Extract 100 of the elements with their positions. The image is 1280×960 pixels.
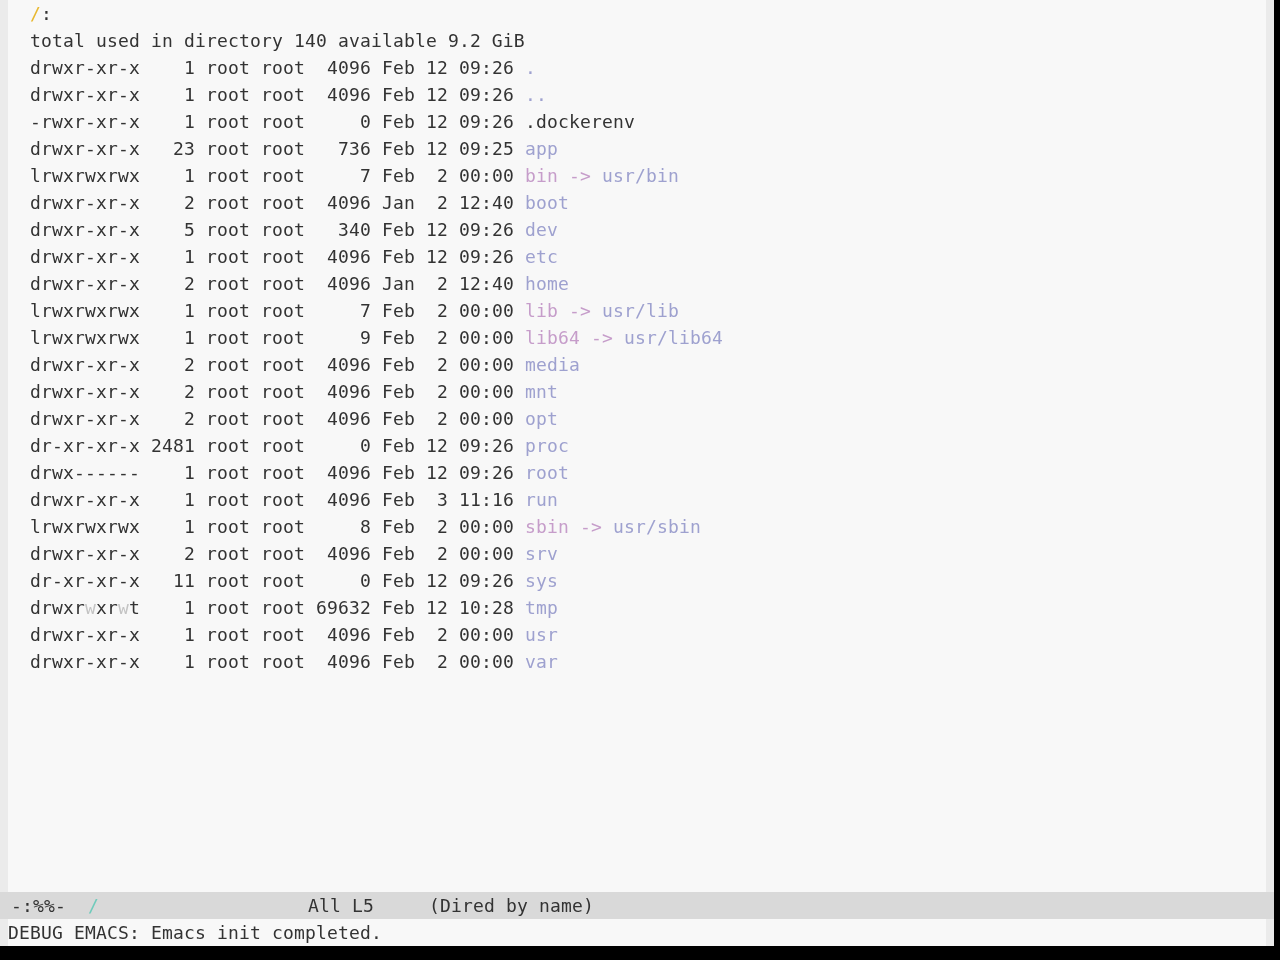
file-size: 4096 — [327, 246, 371, 267]
group-text: root — [261, 489, 305, 510]
directory-name[interactable]: var — [525, 651, 558, 672]
link-count: 1 — [184, 300, 195, 321]
permissions-text: drwxr-xr-x — [30, 84, 140, 105]
directory-name[interactable]: tmp — [525, 597, 558, 618]
group-text: root — [261, 246, 305, 267]
group-text: root — [261, 381, 305, 402]
directory-name[interactable]: .. — [525, 84, 547, 105]
modified-date: Feb 12 09:26 — [382, 111, 514, 132]
owner-text: root — [206, 246, 250, 267]
owner-text: root — [206, 516, 250, 537]
link-count: 2 — [184, 192, 195, 213]
modified-date: Feb 12 09:26 — [382, 435, 514, 456]
directory-name[interactable]: mnt — [525, 381, 558, 402]
modified-date: Feb 12 09:26 — [382, 84, 514, 105]
permissions-text: drwxr-xr-x — [30, 651, 140, 672]
permissions-text: drwxr-xr-x — [30, 219, 140, 240]
modified-date: Feb 2 00:00 — [382, 354, 514, 375]
directory-name[interactable]: dev — [525, 219, 558, 240]
permissions-text: drwxr-xr-x — [30, 624, 140, 645]
directory-name[interactable]: run — [525, 489, 558, 510]
symlink-name[interactable]: lib64 -> usr/lib64 — [525, 327, 723, 348]
group-text: root — [261, 192, 305, 213]
group-text: root — [261, 273, 305, 294]
permissions-text: dr-xr-xr-x — [30, 435, 140, 456]
owner-text: root — [206, 462, 250, 483]
modified-date: Feb 2 00:00 — [382, 543, 514, 564]
symlink-name[interactable]: sbin -> usr/sbin — [525, 516, 701, 537]
directory-name[interactable]: proc — [525, 435, 569, 456]
link-count: 2 — [184, 273, 195, 294]
file-size: 4096 — [327, 57, 371, 78]
permissions-text: drwxr-xr-x — [30, 354, 140, 375]
permissions-text: drwxr-xr-x — [30, 57, 140, 78]
permissions-text: lrwxrwxrwx — [30, 300, 140, 321]
link-count: 1 — [184, 165, 195, 186]
directory-name[interactable]: etc — [525, 246, 558, 267]
link-count: 1 — [184, 246, 195, 267]
modified-date: Feb 12 09:25 — [382, 138, 514, 159]
file-size: 4096 — [327, 408, 371, 429]
major-mode: (Dired by name) — [429, 895, 594, 916]
permissions-text: drwxr-xr-x — [30, 273, 140, 294]
directory-name[interactable]: app — [525, 138, 558, 159]
group-text: root — [261, 624, 305, 645]
directory-name[interactable]: home — [525, 273, 569, 294]
file-size: 4096 — [327, 489, 371, 510]
modified-date: Feb 12 09:26 — [382, 462, 514, 483]
file-size: 736 — [338, 138, 371, 159]
directory-name[interactable]: . — [525, 57, 536, 78]
file-size: 0 — [360, 435, 371, 456]
link-count: 1 — [184, 516, 195, 537]
group-text: root — [261, 462, 305, 483]
owner-text: root — [206, 165, 250, 186]
modified-date: Feb 3 11:16 — [382, 489, 514, 510]
symlink-name[interactable]: lib -> usr/lib — [525, 300, 679, 321]
permissions-text: drwxr-xr-x — [30, 408, 140, 429]
link-count: 11 — [173, 570, 195, 591]
owner-text: root — [206, 624, 250, 645]
owner-text: root — [206, 111, 250, 132]
modified-date: Feb 2 00:00 — [382, 408, 514, 429]
directory-name[interactable]: srv — [525, 543, 558, 564]
link-count: 1 — [184, 111, 195, 132]
file-size: 7 — [360, 300, 371, 321]
owner-text: root — [206, 273, 250, 294]
modified-date: Feb 12 09:26 — [382, 219, 514, 240]
owner-text: root — [206, 651, 250, 672]
directory-name[interactable]: opt — [525, 408, 558, 429]
owner-text: root — [206, 435, 250, 456]
owner-text: root — [206, 570, 250, 591]
permissions-text: lrwxrwxrwx — [30, 165, 140, 186]
symlink-name[interactable]: bin -> usr/bin — [525, 165, 679, 186]
owner-text: root — [206, 219, 250, 240]
group-text: root — [261, 516, 305, 537]
echo-message: DEBUG EMACS: Emacs init completed. — [8, 922, 382, 943]
directory-name[interactable]: root — [525, 462, 569, 483]
owner-text: root — [206, 84, 250, 105]
directory-name[interactable]: boot — [525, 192, 569, 213]
modified-date: Feb 12 09:26 — [382, 57, 514, 78]
directory-name[interactable]: media — [525, 354, 580, 375]
window-fringe — [1266, 919, 1274, 946]
permissions-text: lrwxrwxrwx — [30, 327, 140, 348]
permissions-text: dr-xr-xr-x — [30, 570, 140, 591]
group-text: root — [261, 300, 305, 321]
permissions-text: drwxr-xr-x — [30, 192, 140, 213]
owner-text: root — [206, 597, 250, 618]
permissions-text: -rwxr-xr-x — [30, 111, 140, 132]
link-count: 1 — [184, 624, 195, 645]
file-size: 7 — [360, 165, 371, 186]
modified-date: Feb 2 00:00 — [382, 516, 514, 537]
permissions-text: lrwxrwxrwx — [30, 516, 140, 537]
modified-date: Feb 12 09:26 — [382, 246, 514, 267]
file-name[interactable]: .dockerenv — [525, 111, 635, 132]
link-count: 1 — [184, 597, 195, 618]
modified-date: Feb 2 00:00 — [382, 165, 514, 186]
file-size: 0 — [360, 111, 371, 132]
file-size: 4096 — [327, 84, 371, 105]
owner-text: root — [206, 489, 250, 510]
directory-name[interactable]: sys — [525, 570, 558, 591]
modified-date: Jan 2 12:40 — [382, 192, 514, 213]
directory-name[interactable]: usr — [525, 624, 558, 645]
